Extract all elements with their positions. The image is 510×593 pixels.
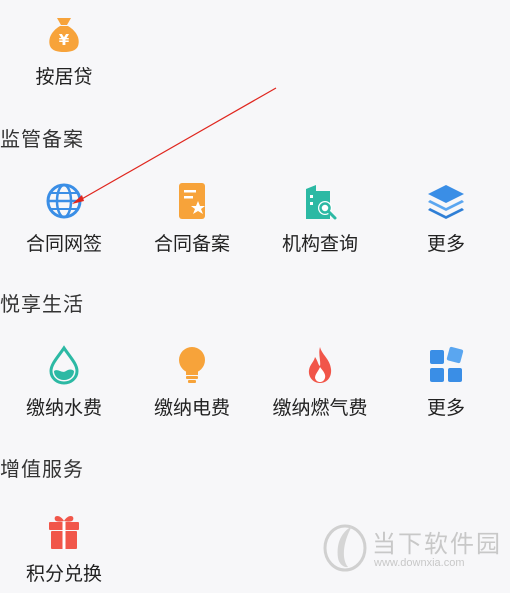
document-star-icon: [179, 183, 205, 219]
grid-item-label: 积分兑换: [25, 563, 102, 585]
section-title-regulatory: 监管备案: [0, 127, 84, 151]
grid-item-contract-filing[interactable]: 合同备案: [128, 181, 256, 256]
globe-icon: [46, 183, 82, 219]
grid-item-label: 按居贷: [35, 66, 93, 88]
grid-item-more-regulatory[interactable]: 更多: [382, 181, 510, 256]
grid-item-more-life[interactable]: 更多: [382, 345, 510, 420]
grid-item-label: 缴纳电费: [153, 397, 230, 419]
grid-item-label: 更多: [426, 233, 465, 255]
grid-item-label: 合同备案: [153, 233, 230, 255]
watermark-name: 当下软件园: [372, 530, 502, 558]
grid-item-electric-bill[interactable]: 缴纳电费: [128, 345, 256, 420]
section-title-life: 悦享生活: [0, 292, 84, 316]
building-search-icon: [306, 185, 337, 220]
light-bulb-icon: [179, 347, 205, 383]
grid-item-label: 合同网签: [25, 233, 102, 255]
grid-item-points-exchange[interactable]: 积分兑换: [0, 511, 128, 586]
grid-item-label: 缴纳燃气费: [272, 397, 368, 419]
grid-item-label: 缴纳水费: [25, 397, 102, 419]
money-bag-icon: ¥: [49, 18, 79, 52]
watermark-logo: [323, 524, 367, 572]
grid-item-label: 更多: [426, 397, 465, 419]
flame-icon: [308, 347, 332, 383]
grid-item-gas-bill[interactable]: 缴纳燃气费: [256, 345, 384, 420]
grid-item-contract-signing[interactable]: 合同网签: [0, 181, 128, 256]
water-drop-icon: [49, 345, 79, 385]
grid-item-label: 机构查询: [281, 233, 358, 255]
gift-icon: [49, 516, 79, 549]
app-grid-icon: [430, 346, 464, 382]
section-title-value-added: 增值服务: [0, 457, 84, 481]
grid-item-water-bill[interactable]: 缴纳水费: [0, 345, 128, 420]
svg-text:¥: ¥: [59, 31, 70, 49]
layers-icon: [428, 185, 464, 219]
watermark-url: www.downxia.com: [374, 557, 465, 569]
grid-item-loan[interactable]: ¥ 按居贷: [0, 14, 128, 89]
grid-item-institution-query[interactable]: 机构查询: [256, 181, 384, 256]
watermark: 当下软件园 www.downxia.com: [322, 522, 510, 578]
